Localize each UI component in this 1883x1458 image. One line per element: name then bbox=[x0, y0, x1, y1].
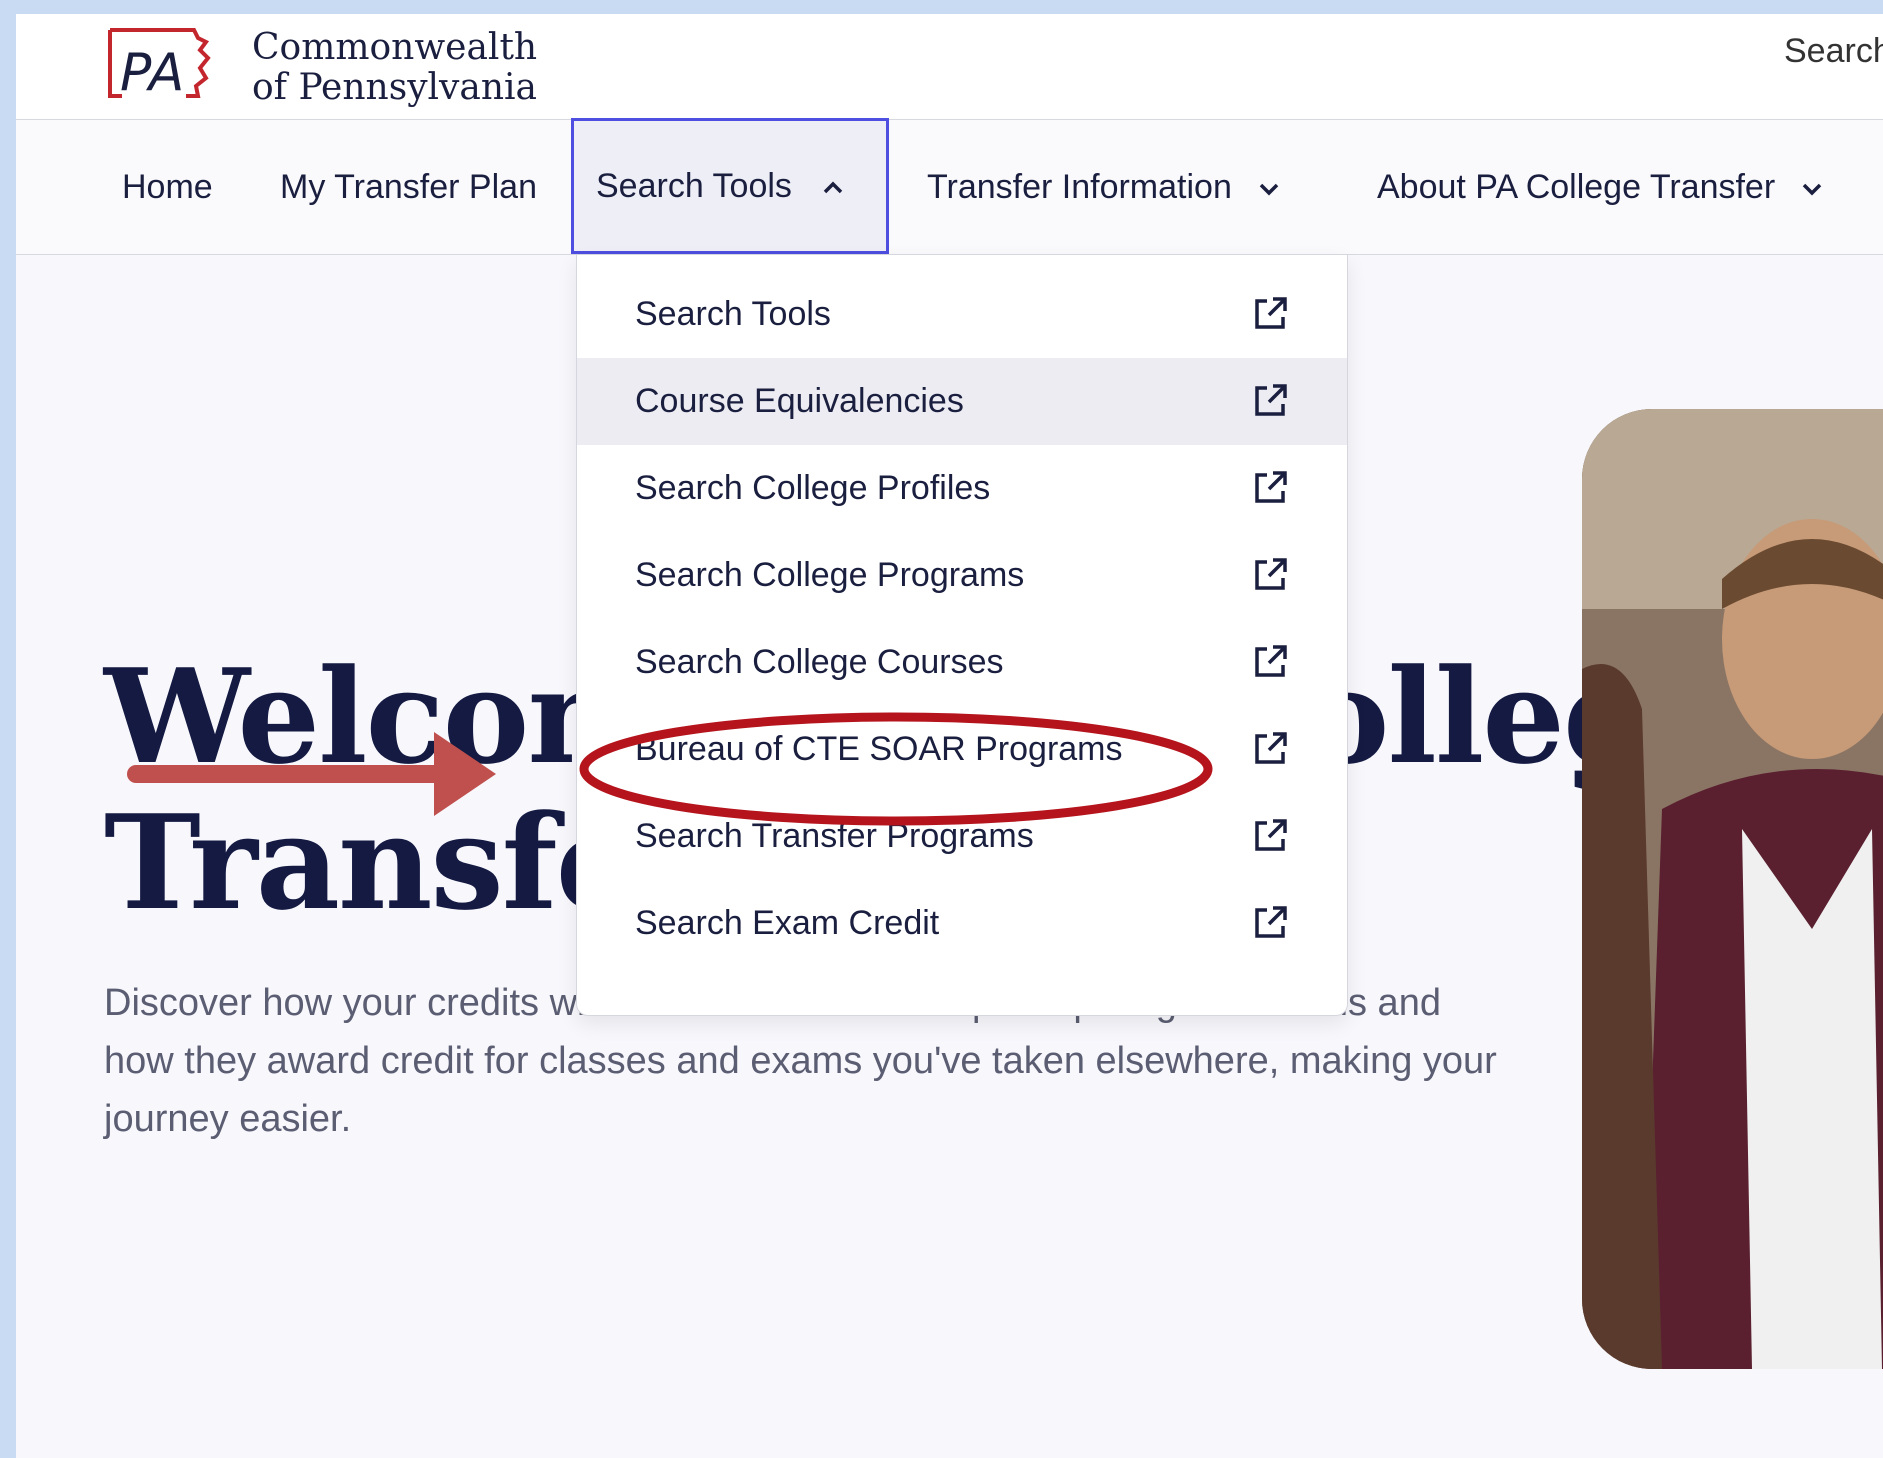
dropdown-item-search-tools[interactable]: Search Tools bbox=[577, 271, 1347, 358]
dropdown-item-label: Search Tools bbox=[635, 295, 831, 333]
nav-item-label: My Transfer Plan bbox=[280, 167, 537, 206]
hero-photo bbox=[1582, 409, 1883, 1369]
nav-item-home[interactable]: Home bbox=[122, 120, 213, 254]
dropdown-item-search-college-courses[interactable]: Search College Courses bbox=[577, 619, 1347, 706]
external-link-icon bbox=[1255, 819, 1287, 851]
svg-text:PA: PA bbox=[120, 43, 184, 103]
pa-logo-icon[interactable]: PA bbox=[102, 24, 214, 114]
logo-wordmark[interactable]: Commonwealth of Pennsylvania bbox=[252, 28, 537, 108]
nav-item-label: Search Tools bbox=[596, 166, 792, 205]
chevron-down-icon bbox=[1258, 172, 1280, 203]
dropdown-item-search-college-programs[interactable]: Search College Programs bbox=[577, 532, 1347, 619]
site-header: PA Commonwealth of Pennsylvania Search bbox=[16, 14, 1883, 120]
header-search-link[interactable]: Search bbox=[1784, 32, 1883, 71]
search-tools-dropdown: Search Tools Course Equivalencies Search… bbox=[576, 254, 1348, 1016]
dropdown-item-label: Bureau of CTE SOAR Programs bbox=[635, 730, 1123, 768]
nav-item-label: Transfer Information bbox=[927, 167, 1232, 206]
external-link-icon bbox=[1255, 297, 1287, 329]
nav-item-my-transfer-plan[interactable]: My Transfer Plan bbox=[280, 120, 537, 254]
dropdown-item-label: Search College Programs bbox=[635, 556, 1025, 594]
dropdown-item-label: Course Equivalencies bbox=[635, 382, 964, 420]
dropdown-item-bureau-of-cte-soar-programs[interactable]: Bureau of CTE SOAR Programs bbox=[577, 706, 1347, 793]
dropdown-item-label: Search Transfer Programs bbox=[635, 817, 1034, 855]
nav-item-label: Home bbox=[122, 167, 213, 206]
page-frame: PA Commonwealth of Pennsylvania Search H… bbox=[16, 14, 1883, 1458]
chevron-down-icon bbox=[1801, 172, 1823, 203]
dropdown-item-search-college-profiles[interactable]: Search College Profiles bbox=[577, 445, 1347, 532]
dropdown-item-label: Search College Courses bbox=[635, 643, 1004, 681]
dropdown-item-search-transfer-programs[interactable]: Search Transfer Programs bbox=[577, 793, 1347, 880]
nav-item-search-tools[interactable]: Search Tools bbox=[571, 118, 889, 254]
external-link-icon bbox=[1255, 645, 1287, 677]
external-link-icon bbox=[1255, 558, 1287, 590]
external-link-icon bbox=[1255, 906, 1287, 938]
dropdown-item-label: Search College Profiles bbox=[635, 469, 991, 507]
nav-item-about[interactable]: About PA College Transfer bbox=[1377, 120, 1823, 254]
nav-item-transfer-information[interactable]: Transfer Information bbox=[927, 120, 1280, 254]
logo-line-1: Commonwealth bbox=[252, 27, 538, 68]
logo-line-2: of Pennsylvania bbox=[252, 67, 538, 108]
main-nav: Home My Transfer Plan Search Tools Trans… bbox=[16, 118, 1883, 255]
nav-item-label: About PA College Transfer bbox=[1377, 167, 1776, 206]
dropdown-item-search-exam-credit[interactable]: Search Exam Credit bbox=[577, 880, 1347, 967]
external-link-icon bbox=[1255, 384, 1287, 416]
external-link-icon bbox=[1255, 732, 1287, 764]
dropdown-item-label: Search Exam Credit bbox=[635, 904, 940, 942]
chevron-up-icon bbox=[822, 171, 844, 202]
external-link-icon bbox=[1255, 471, 1287, 503]
dropdown-item-course-equivalencies[interactable]: Course Equivalencies bbox=[577, 358, 1347, 445]
